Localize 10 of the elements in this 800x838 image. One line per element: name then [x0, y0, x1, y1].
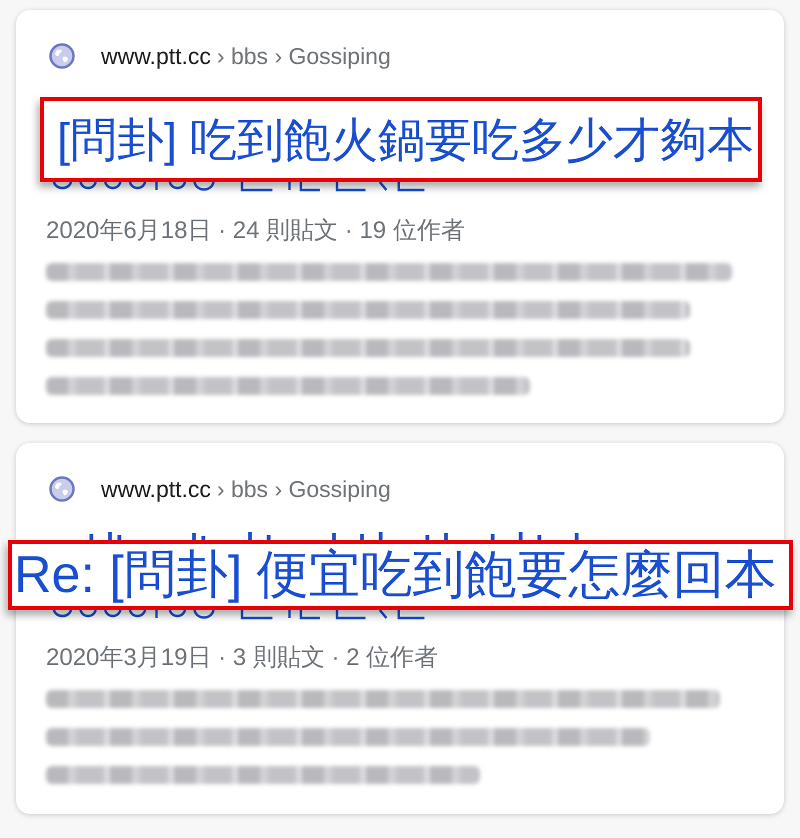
site-url[interactable]: www.ptt.cc	[101, 42, 211, 70]
result-meta: 2020年3月19日 · 3 則貼文 · 2 位作者	[46, 644, 438, 672]
title-link[interactable]: Re: [問卦] 便宜吃到飽要怎麼回本	[8, 540, 793, 610]
breadcrumb-path: › bbs › Gossiping	[216, 476, 391, 502]
globe-icon	[49, 43, 75, 69]
globe-icon	[49, 476, 75, 502]
result-meta: 2020年6月18日 · 24 則貼文 · 19 位作者	[46, 217, 465, 245]
breadcrumb-path: › bbs › Gossiping	[216, 42, 391, 70]
site-url[interactable]: www.ptt.cc	[101, 476, 211, 502]
title-link[interactable]: [問卦] 吃到飽火鍋要吃多少才夠本	[40, 97, 762, 182]
